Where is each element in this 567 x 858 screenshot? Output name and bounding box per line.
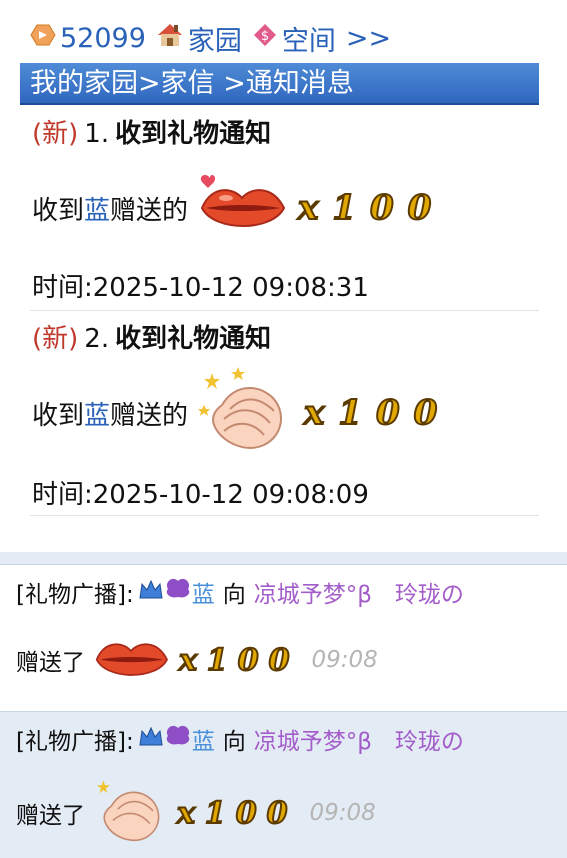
lips-icon <box>91 627 171 693</box>
broadcast-line: 赠送了 x100 09:08 <box>16 627 378 693</box>
message-number: 2. <box>84 324 110 354</box>
broadcast-line: [礼物广播]: 蓝 向 凉城予梦°β 玲珑の <box>16 575 464 609</box>
message-title[interactable]: (新) 1. 收到礼物通知 <box>32 113 271 150</box>
recv-prefix: 收到 <box>32 400 85 431</box>
gift-quantity: x100 <box>176 795 298 832</box>
wings-badge-icon <box>164 577 192 607</box>
space-link[interactable]: 空间 <box>282 19 336 58</box>
home-link[interactable]: 家园 <box>188 19 242 58</box>
divider <box>30 515 539 516</box>
message-title[interactable]: (新) 2. 收到礼物通知 <box>32 318 271 355</box>
gift-broadcast: [礼物广播]: 蓝 向 凉城予梦°β 玲珑の 赠送了 x100 09:08 <box>0 565 567 711</box>
crown-badge-icon <box>138 578 164 606</box>
clapping-hands-icon <box>194 365 294 462</box>
crown-badge-icon <box>138 725 164 753</box>
sender-link[interactable]: 蓝 <box>84 190 110 227</box>
sender-link[interactable]: 蓝 <box>84 395 110 432</box>
broadcast-sent: 赠送了 <box>16 803 85 829</box>
broadcast-time: 09:08 <box>309 800 376 826</box>
broadcast-to: 向 <box>222 582 246 608</box>
lips-icon <box>196 170 288 247</box>
message-time: 时间:2025-10-12 09:08:31 <box>32 273 369 303</box>
broadcast-prefix: [礼物广播]: <box>16 729 134 755</box>
gift-quantity: x100 <box>178 642 300 679</box>
id-tag-icon <box>30 22 56 55</box>
broadcast-time: 09:08 <box>311 647 378 673</box>
gift-broadcast: [礼物广播]: 蓝 向 凉城予梦°β 玲珑の 赠送了 x100 09:08 <box>0 711 567 858</box>
broadcast-receiver[interactable]: 凉城予梦°β 玲珑の <box>254 575 464 609</box>
user-id-link[interactable]: 52099 <box>60 23 146 54</box>
broadcast-sent: 赠送了 <box>16 650 85 676</box>
wings-badge-icon <box>164 724 192 754</box>
gift-received-row: 收到蓝赠送的 x100 <box>32 170 445 246</box>
broadcast-line: 赠送了 x100 09:08 <box>16 774 376 852</box>
recv-suffix: 赠送的 <box>110 400 189 431</box>
clapping-hands-icon <box>89 774 169 852</box>
broadcast-sender[interactable]: 蓝 <box>192 722 215 756</box>
home-icon <box>156 21 184 56</box>
broadcast-to: 向 <box>222 729 246 755</box>
broadcast-receiver[interactable]: 凉城予梦°β 玲珑の <box>254 722 464 756</box>
message-time: 时间:2025-10-12 09:08:09 <box>32 480 369 510</box>
divider <box>30 310 539 311</box>
message-title-text[interactable]: 收到礼物通知 <box>115 119 271 149</box>
gift-received-row: 收到蓝赠送的 x100 <box>32 366 452 458</box>
gift-quantity: x100 <box>297 187 446 229</box>
new-badge: (新) <box>32 324 79 354</box>
top-nav: 52099 家园 $ 空间 >> <box>30 19 391 58</box>
breadcrumb: 我的家园>家信 >通知消息 <box>20 63 539 105</box>
broadcast-line: [礼物广播]: 蓝 向 凉城予梦°β 玲珑の <box>16 722 464 756</box>
message-title-text[interactable]: 收到礼物通知 <box>115 324 271 354</box>
message-number: 1. <box>84 119 110 149</box>
broadcast-sender[interactable]: 蓝 <box>192 575 215 609</box>
gift-quantity: x100 <box>303 392 452 434</box>
recv-prefix: 收到 <box>32 195 85 226</box>
more-link[interactable]: >> <box>346 23 391 54</box>
broadcast-band-top <box>0 552 567 565</box>
svg-text:$: $ <box>261 29 269 44</box>
recv-suffix: 赠送的 <box>110 195 189 226</box>
space-icon: $ <box>252 22 278 55</box>
new-badge: (新) <box>32 119 79 149</box>
broadcast-prefix: [礼物广播]: <box>16 582 134 608</box>
